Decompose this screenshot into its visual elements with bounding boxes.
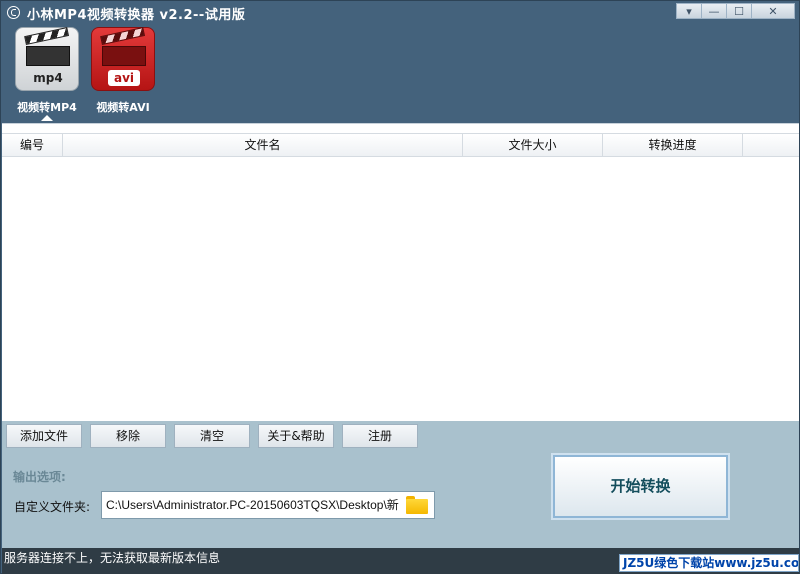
register-button[interactable]: 注册 bbox=[342, 424, 418, 448]
avi-clapperboard-icon[interactable]: avi bbox=[91, 27, 155, 91]
dropdown-menu-button[interactable]: ▾ bbox=[676, 3, 702, 19]
file-list[interactable]: 编号 文件名 文件大小 转换进度 bbox=[2, 123, 799, 421]
title-bar[interactable]: 小林MP4视频转换器 v2.2--试用版 ▾ — ☐ ✕ bbox=[1, 1, 799, 23]
mp4-format-label: mp4 bbox=[33, 71, 63, 85]
clear-button[interactable]: 清空 bbox=[174, 424, 250, 448]
output-folder-field[interactable]: C:\Users\Administrator.PC-20150603TQSX\D… bbox=[101, 491, 435, 519]
status-bar: 服务器连接不上，无法获取最新版本信息 JZ5U绿色下载站www.jz5u.com bbox=[2, 548, 799, 574]
column-header-filename[interactable]: 文件名 bbox=[63, 134, 463, 156]
custom-folder-label: 自定义文件夹: bbox=[14, 500, 91, 514]
app-logo-icon bbox=[7, 6, 20, 19]
avi-format-label: avi bbox=[108, 70, 140, 86]
tool-label-mp4[interactable]: 视频转MP4 bbox=[5, 99, 89, 115]
selected-tool-indicator bbox=[41, 115, 53, 121]
add-file-button[interactable]: 添加文件 bbox=[6, 424, 82, 448]
minimize-button[interactable]: — bbox=[701, 3, 727, 19]
app-window: 小林MP4视频转换器 v2.2--试用版 ▾ — ☐ ✕ mp4 视频转MP4 … bbox=[0, 0, 800, 574]
output-options-title: 输出选项: bbox=[13, 470, 66, 484]
maximize-button[interactable]: ☐ bbox=[726, 3, 752, 19]
start-convert-button[interactable]: 开始转换 bbox=[553, 455, 728, 518]
column-header-progress[interactable]: 转换进度 bbox=[603, 134, 743, 156]
tool-video-to-mp4[interactable]: mp4 视频转MP4 bbox=[13, 27, 81, 121]
window-controls: ▾ — ☐ ✕ bbox=[676, 3, 795, 21]
status-message: 服务器连接不上，无法获取最新版本信息 bbox=[4, 551, 221, 565]
tool-video-to-avi[interactable]: avi 视频转AVI bbox=[89, 27, 157, 117]
mp4-clapperboard-icon[interactable]: mp4 bbox=[15, 27, 79, 91]
column-header-filesize[interactable]: 文件大小 bbox=[463, 134, 603, 156]
close-button[interactable]: ✕ bbox=[751, 3, 795, 19]
watermark-badge: JZ5U绿色下载站www.jz5u.com bbox=[619, 554, 799, 572]
window-title: 小林MP4视频转换器 v2.2--试用版 bbox=[27, 8, 246, 23]
folder-browse-icon[interactable] bbox=[406, 496, 428, 514]
tool-label-avi[interactable]: 视频转AVI bbox=[81, 99, 165, 115]
column-header-filler bbox=[743, 134, 799, 156]
clapperboard-icon bbox=[100, 27, 146, 66]
bottom-panel: 添加文件 移除 清空 关于&帮助 注册 输出选项: 自定义文件夹: C:\Use… bbox=[2, 421, 799, 548]
remove-button[interactable]: 移除 bbox=[90, 424, 166, 448]
about-help-button[interactable]: 关于&帮助 bbox=[258, 424, 334, 448]
column-header-number[interactable]: 编号 bbox=[2, 134, 63, 156]
file-list-header: 编号 文件名 文件大小 转换进度 bbox=[2, 133, 799, 157]
clapperboard-icon bbox=[24, 27, 70, 66]
